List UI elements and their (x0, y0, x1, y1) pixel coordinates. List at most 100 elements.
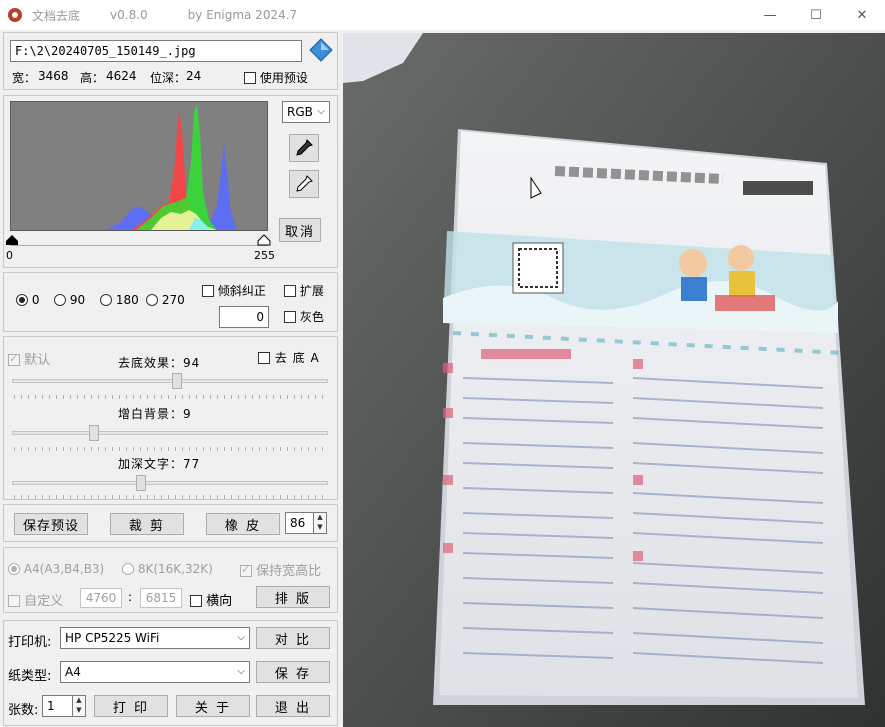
open-file-icon (309, 38, 333, 62)
paper-type-select[interactable]: A4 ⌵ (60, 661, 250, 683)
custom-height-input[interactable]: 6815 (140, 588, 182, 608)
white-point-handle-icon[interactable] (257, 234, 271, 246)
paper-type-value: A4 (65, 665, 81, 679)
default-checkbox[interactable]: 默认 (8, 349, 50, 368)
rotate-180-label: 180 (115, 293, 139, 307)
remove-bg-ticks (14, 395, 326, 399)
darken-label: 加深文字：77 (118, 457, 201, 471)
layout-button[interactable]: 排 版 (256, 586, 330, 608)
spin-down-icon[interactable]: ▼ (314, 523, 326, 533)
deskew-checkbox[interactable]: 倾斜纠正 (202, 282, 266, 299)
remove-bg-label: 去底效果：94 (118, 356, 201, 370)
landscape-label: 横向 (206, 594, 233, 609)
copies-label: 张数: (8, 703, 39, 718)
cancel-button[interactable]: 取消 (279, 218, 321, 242)
spin-up-icon[interactable]: ▲ (73, 696, 85, 706)
whiten-label: 增白背景：9 (118, 407, 192, 421)
darken-ticks (14, 495, 326, 499)
height-label: 高： (80, 71, 105, 85)
radio-0-icon (16, 294, 28, 306)
whiten-slider-thumb[interactable] (88, 425, 99, 441)
image-preview[interactable] (343, 33, 885, 727)
remove-bg-slider-thumb[interactable] (171, 373, 182, 389)
minimize-button[interactable]: — (747, 0, 793, 30)
eyedropper-white-button[interactable] (289, 170, 319, 198)
about-button[interactable]: 关 于 (176, 695, 250, 717)
custom-width-input[interactable]: 4760 (80, 588, 122, 608)
depth-label: 位深： (150, 71, 187, 85)
qudi-a-label: 去 底 A (274, 351, 320, 365)
custom-check-icon (8, 595, 20, 607)
rotate-180-radio[interactable]: 180 (100, 293, 139, 307)
a4-radio[interactable]: A4(A3,B4,B3) (8, 562, 104, 576)
copies-input[interactable]: 1 (42, 695, 74, 717)
width-label: 宽： (12, 71, 37, 85)
eraser-size-input[interactable]: 86 (285, 512, 315, 534)
remove-bg-slider[interactable] (12, 379, 328, 383)
eyedropper-icon (296, 139, 313, 156)
eyedropper-black-button[interactable] (289, 134, 319, 162)
document-photo (343, 33, 885, 727)
darken-slider[interactable] (12, 481, 328, 485)
default-check-icon (8, 352, 20, 366)
maximize-button[interactable]: ☐ (793, 0, 839, 30)
custom-checkbox[interactable]: 自定义 (8, 590, 63, 609)
rotate-0-radio[interactable]: 0 (16, 293, 39, 307)
rotate-90-radio[interactable]: 90 (54, 293, 85, 307)
gray-label: 灰色 (299, 310, 324, 324)
close-button[interactable]: ✕ (839, 0, 885, 30)
expand-check-icon (284, 285, 296, 297)
printer-select[interactable]: HP CP5225 WiFi ⌵ (60, 627, 250, 649)
compare-button[interactable]: 对 比 (256, 627, 330, 649)
spin-down-icon[interactable]: ▼ (73, 706, 85, 716)
print-group: 打印机: HP CP5225 WiFi ⌵ 对 比 纸类型: A4 ⌵ 保 存 … (3, 620, 338, 726)
k8-radio-icon (122, 563, 134, 575)
keep-ratio-check-icon (240, 563, 252, 577)
printer-value: HP CP5225 WiFi (65, 631, 160, 645)
a4-label: A4(A3,B4,B3) (23, 562, 105, 576)
save-preset-button[interactable]: 保存预设 (14, 513, 88, 535)
crop-button[interactable]: 裁 剪 (110, 513, 184, 535)
spin-up-icon[interactable]: ▲ (314, 513, 326, 523)
rotate-90-label: 90 (69, 293, 86, 307)
app-author: by Enigma 2024.7 (187, 8, 298, 22)
channel-select[interactable]: RGB ⌵ (282, 101, 330, 123)
rotate-270-radio[interactable]: 270 (146, 293, 185, 307)
qudi-a-check-icon (258, 352, 270, 364)
keep-ratio-checkbox[interactable]: 保持宽高比 (240, 560, 321, 579)
landscape-checkbox[interactable]: 横向 (190, 590, 232, 609)
histogram-group: RGB ⌵ 取消 0 255 (3, 95, 338, 268)
eraser-size-spinner[interactable]: ▲ ▼ (313, 512, 327, 534)
a4-radio-icon (8, 563, 20, 575)
whiten-ticks (14, 447, 326, 451)
whiten-slider[interactable] (12, 431, 328, 435)
file-path-input[interactable]: F:\2\20240705_150149_.jpg (10, 40, 302, 62)
radio-180-icon (100, 294, 112, 306)
custom-label: 自定义 (24, 594, 64, 609)
copies-spinner[interactable]: ▲ ▼ (72, 695, 86, 717)
title-bar: 文档去底 v0.8.0 by Enigma 2024.7 — ☐ ✕ (0, 0, 885, 30)
black-point-handle-icon[interactable] (5, 234, 19, 246)
default-label: 默认 (24, 353, 51, 368)
gray-checkbox[interactable]: 灰色 (284, 308, 324, 325)
use-preset-checkbox[interactable]: 使用预设 (244, 69, 308, 86)
eyedropper-outline-icon (296, 175, 313, 192)
width-value: 3468 (38, 69, 69, 83)
qudi-a-checkbox[interactable]: 去 底 A (258, 349, 320, 366)
save-button[interactable]: 保 存 (256, 661, 330, 683)
expand-checkbox[interactable]: 扩展 (284, 282, 324, 299)
print-button[interactable]: 打 印 (94, 695, 168, 717)
k8-radio[interactable]: 8K(16K,32K) (122, 562, 213, 576)
app-version: v0.8.0 (110, 8, 148, 22)
rotate-270-label: 270 (161, 293, 185, 307)
level-slider[interactable] (10, 236, 268, 246)
angle-input[interactable]: 0 (219, 306, 269, 328)
deskew-label: 倾斜纠正 (217, 284, 266, 298)
rotation-group: 0 90 180 270 倾斜纠正 扩展 0 灰色 (3, 272, 338, 332)
paper-group: A4(A3,B4,B3) 8K(16K,32K) 保持宽高比 自定义 4760 … (3, 547, 338, 613)
open-file-button[interactable] (308, 37, 334, 63)
depth-value: 24 (186, 69, 202, 83)
eraser-button[interactable]: 橡 皮 (206, 513, 280, 535)
exit-button[interactable]: 退 出 (256, 695, 330, 717)
darken-slider-thumb[interactable] (136, 475, 146, 491)
